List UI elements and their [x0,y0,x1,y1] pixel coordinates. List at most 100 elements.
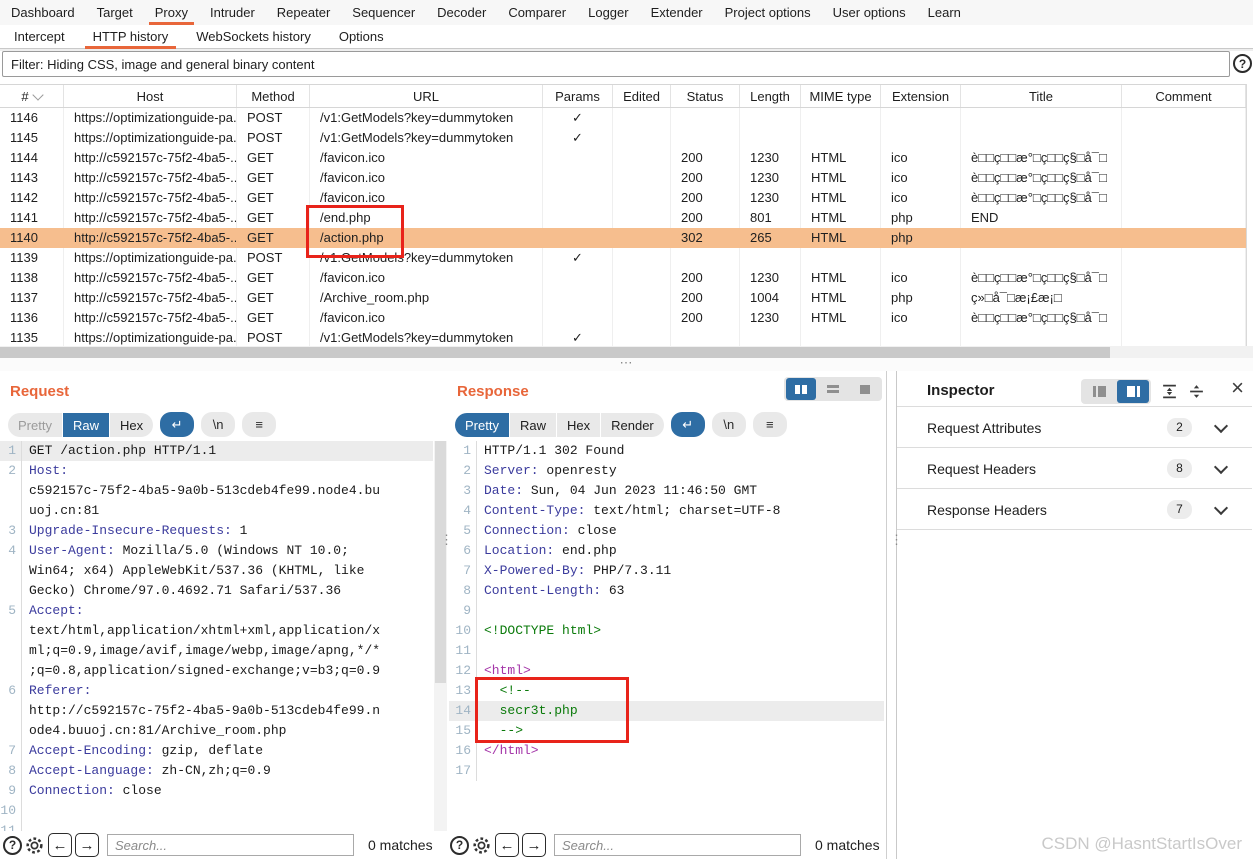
response-newline-icon[interactable]: \n [711,412,746,437]
inspector-section-response-headers[interactable]: Response Headers 7 [897,488,1252,530]
menu-tab-target[interactable]: Target [86,0,144,25]
inspector-dock-left-button[interactable] [1083,380,1115,403]
menu-tab-extender[interactable]: Extender [640,0,714,25]
column-header-[interactable]: # [0,85,64,107]
subtab-websockets-history[interactable]: WebSockets history [182,25,325,48]
column-header-method[interactable]: Method [237,85,310,107]
inspector-dock-right-button[interactable] [1117,380,1149,403]
chevron-down-icon[interactable] [1213,418,1229,433]
request-scrollbar[interactable] [434,441,447,831]
menu-tab-sequencer[interactable]: Sequencer [341,0,426,25]
table-row-1140[interactable]: 1140 http://c592157c-75f2-4ba5-... GET/act… [0,228,1246,248]
close-icon[interactable]: × [1231,377,1244,399]
table-row-1145[interactable]: 1145 https://optimizationguide-pa.... POST… [0,128,1246,148]
subtab-intercept[interactable]: Intercept [0,25,79,48]
response-tab-render[interactable]: Render [601,412,664,437]
column-header-params[interactable]: Params [543,85,613,107]
menu-tab-learn[interactable]: Learn [917,0,972,25]
inspector-section-request-attributes[interactable]: Request Attributes 2 [897,406,1252,448]
expand-all-button[interactable] [1161,383,1178,400]
menu-tab-decoder[interactable]: Decoder [426,0,497,25]
layout-single-button[interactable] [850,378,880,400]
cell-length [740,328,801,348]
column-header-extension[interactable]: Extension [881,85,961,107]
scrollbar-thumb[interactable] [435,441,446,683]
request-editor[interactable]: 1 GET /action.php HTTP/1.1 2 Host: c592157c-… [0,441,433,831]
help-icon[interactable]: ? [450,835,469,855]
table-row-1139[interactable]: 1139 https://optimizationguide-pa.... POST… [0,248,1246,268]
cell-status [671,328,740,348]
filter-bar[interactable]: Filter: Hiding CSS, image and general bi… [2,51,1230,77]
column-header-comment[interactable]: Comment [1122,85,1246,107]
chevron-down-icon[interactable] [1213,459,1229,474]
layout-rows-button[interactable] [818,378,848,400]
column-header-mime-type[interactable]: MIME type [801,85,881,107]
gear-icon[interactable] [471,835,492,856]
request-tab-raw[interactable]: Raw [62,412,109,437]
table-row-1136[interactable]: 1136 http://c592157c-75f2-4ba5-... GET/fav… [0,308,1246,328]
cell-ext: php [881,228,961,248]
filter-help-icon[interactable]: ? [1233,54,1252,73]
response-editor[interactable]: 1 HTTP/1.1 302 Found 2 Server: openresty 3 Da… [449,441,884,831]
search-input[interactable] [554,834,801,856]
request-newline-icon[interactable]: \n [201,412,236,437]
table-row-1142[interactable]: 1142 http://c592157c-75f2-4ba5-... GET/fav… [0,188,1246,208]
gear-icon[interactable] [24,835,45,856]
dock-left-icon [1092,386,1096,397]
cell-host: http://c592157c-75f2-4ba5-... [64,208,237,228]
chevron-down-icon[interactable] [1213,500,1229,515]
menu-tab-logger[interactable]: Logger [577,0,639,25]
cell-ext: ico [881,308,961,328]
table-row-1144[interactable]: 1144 http://c592157c-75f2-4ba5-... GET/fav… [0,148,1246,168]
collapse-all-button[interactable] [1188,383,1205,400]
request-tab-hex[interactable]: Hex [109,412,154,437]
table-row-1146[interactable]: 1146 https://optimizationguide-pa.... POST… [0,108,1246,128]
table-row-1135[interactable]: 1135 https://optimizationguide-pa.... POST… [0,328,1246,348]
column-header-edited[interactable]: Edited [613,85,671,107]
response-tab-pretty[interactable]: Pretty [455,412,509,437]
prev-match-button[interactable]: ← [495,833,519,857]
subtab-options[interactable]: Options [325,25,398,48]
layout-columns-button[interactable] [786,378,816,400]
response-menu-icon[interactable]: ≡ [752,412,787,437]
help-icon[interactable]: ? [3,835,22,855]
column-header-host[interactable]: Host [64,85,237,107]
request-wrap-icon[interactable]: ↵ [160,412,195,437]
column-header-length[interactable]: Length [740,85,801,107]
menu-tab-project-options[interactable]: Project options [714,0,822,25]
menu-tab-comparer[interactable]: Comparer [497,0,577,25]
count-badge: 2 [1167,418,1192,437]
response-wrap-icon[interactable]: ↵ [670,412,705,437]
panel-splitter-horizontal[interactable]: ⋯ [0,356,1253,371]
request-menu-icon[interactable]: ≡ [242,412,277,437]
column-header-url[interactable]: URL [310,85,543,107]
menu-tab-intruder[interactable]: Intruder [199,0,266,25]
response-tab-raw[interactable]: Raw [509,412,556,437]
table-row-1141[interactable]: 1141 http://c592157c-75f2-4ba5-... GET/end… [0,208,1246,228]
inspector-section-request-headers[interactable]: Request Headers 8 [897,447,1252,489]
table-row-1138[interactable]: 1138 http://c592157c-75f2-4ba5-... GET/fav… [0,268,1246,288]
menu-tab-user-options[interactable]: User options [822,0,917,25]
request-response-splitter[interactable]: ⋮ [440,533,453,546]
cell-status [671,128,740,148]
next-match-button[interactable]: → [522,833,546,857]
response-inspector-splitter[interactable]: ⋮ [890,533,903,546]
cell-host: http://c592157c-75f2-4ba5-... [64,228,237,248]
table-row-1143[interactable]: 1143 http://c592157c-75f2-4ba5-... GET/fav… [0,168,1246,188]
scrollbar-thumb[interactable] [0,347,1110,358]
search-input[interactable] [107,834,354,856]
menu-tab-proxy[interactable]: Proxy [144,0,199,25]
table-row-1137[interactable]: 1137 http://c592157c-75f2-4ba5-... GET/Arc… [0,288,1246,308]
prev-match-button[interactable]: ← [48,833,72,857]
response-tab-hex[interactable]: Hex [556,412,601,437]
editor-line: 17 [449,761,884,781]
request-tab-pretty[interactable]: Pretty [8,412,62,437]
column-header-title[interactable]: Title [961,85,1122,107]
next-match-button[interactable]: → [75,833,99,857]
menu-tab-repeater[interactable]: Repeater [266,0,341,25]
column-header-status[interactable]: Status [671,85,740,107]
menu-tab-dashboard[interactable]: Dashboard [0,0,86,25]
cell-status: 302 [671,228,740,248]
request-tabrow: Pretty Raw Hex ↵ \n ≡ [8,412,277,437]
subtab-http-history[interactable]: HTTP history [79,25,183,49]
